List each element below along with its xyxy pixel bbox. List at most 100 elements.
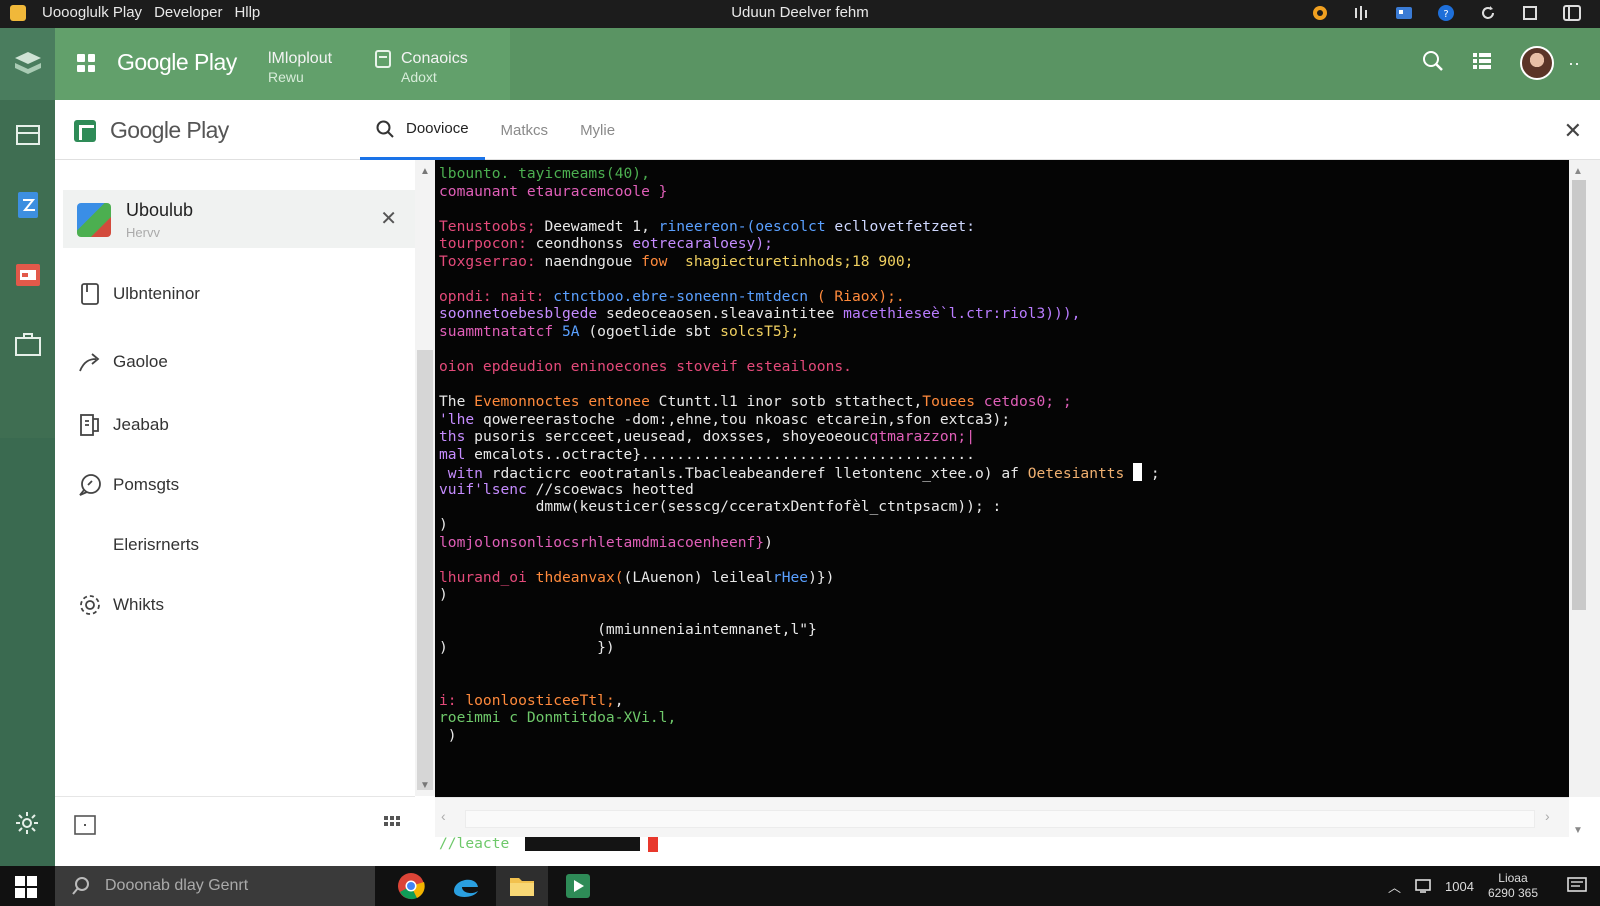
code-token: ecllovetfetzeet: (834, 217, 975, 235)
edge-icon[interactable] (440, 866, 492, 906)
scroll-down-icon[interactable]: ▼ (1573, 825, 1583, 836)
code-line: i: loonloosticeeTtl;, (439, 692, 624, 710)
code-token: , (614, 691, 624, 709)
close-icon[interactable]: ✕ (1564, 118, 1582, 144)
terminal-scrollbar[interactable]: ▲ ▼ (1569, 160, 1600, 836)
refresh-icon[interactable] (1478, 3, 1498, 23)
scroll-down-icon[interactable]: ▼ (420, 780, 430, 791)
code-terminal[interactable]: lbounto. tayicmeams(40), comaunant etaura… (435, 160, 1569, 852)
scroll-right-icon[interactable]: › (1545, 808, 1550, 824)
scrollbar-track[interactable] (465, 810, 1535, 828)
code-token: qowereerastoche -dom:,ehne,tou nkoasc et… (482, 410, 1011, 428)
sidebar-item-3[interactable]: Jeabab (77, 410, 169, 440)
code-token: 'lhe (439, 410, 483, 428)
code-token: ; (1142, 465, 1160, 483)
card-title: Uboulub (126, 200, 194, 220)
code-token: Evemonnoctes entonee (474, 393, 659, 411)
code-token: comaunant etauracemcoole } (439, 182, 668, 200)
code-token: solcsT5}; (720, 322, 800, 340)
scrollbar-thumb[interactable] (417, 350, 433, 790)
equalizer-icon[interactable] (1352, 3, 1372, 23)
editor-icon (17, 192, 38, 218)
search-placeholder: Dooonab dlay Genrt (105, 877, 249, 894)
code-token: soonnetoebesblgede (439, 305, 606, 323)
code-token: dmmw(keusticer(sesscg/cceratxDentfofèl_c… (439, 498, 993, 516)
rail-item-editor[interactable] (0, 170, 55, 240)
book-icon (77, 412, 103, 438)
horizontal-scrollbar[interactable]: ‹ › (435, 797, 1569, 837)
scrollbar-thumb[interactable] (1572, 180, 1586, 610)
sidebar-item-5[interactable]: Elerisrnerts (113, 530, 199, 560)
title-bar-controls: ? (1310, 3, 1582, 23)
photos-icon[interactable] (1394, 3, 1414, 23)
rail-item-briefcase[interactable] (0, 310, 55, 380)
taskbar-search[interactable]: Dooonab dlay Genrt (55, 866, 375, 906)
code-token: opndi: nait: (439, 287, 554, 305)
scroll-up-icon[interactable]: ▲ (420, 166, 430, 177)
code-token: //scoewacs (535, 480, 633, 498)
code-line: Tenustoobs; Deewamedt 1, rineereon-(oesc… (439, 218, 975, 236)
help-icon[interactable]: ? (1436, 3, 1456, 23)
sidebar-item-1[interactable]: Ulbnteninor (77, 279, 200, 309)
search-icon[interactable] (1422, 50, 1444, 77)
code-line: roeimmi c Donmtitdoa-XVi.l, (439, 709, 676, 727)
apps-grid-icon[interactable] (77, 54, 95, 72)
code-token: ) (439, 586, 448, 604)
maximize-icon[interactable] (1520, 3, 1540, 23)
play-store-icon[interactable] (552, 866, 604, 906)
panel-icon[interactable] (1562, 3, 1582, 23)
code-token: oion epdeudion eninoecones stoveif estea… (439, 358, 852, 376)
taskbar: Dooonab dlay Genrt ︿ 1004 Lioaa 6290 365 (0, 866, 1600, 906)
chrome-icon[interactable] (385, 866, 437, 906)
scroll-up-icon[interactable]: ▲ (1573, 166, 1583, 177)
header-nav-item-1[interactable]: lMloplout Rewu (268, 50, 332, 86)
code-token: rHee (772, 568, 809, 586)
code-token: ( Riaox);. (816, 287, 905, 305)
avatar[interactable] (1520, 46, 1554, 80)
code-token: cetdos0; ; (983, 393, 1072, 411)
header-brand[interactable]: Google Play (117, 49, 237, 76)
code-line: comaunant etauracemcoole } (439, 183, 667, 201)
code-token: ceondhonss (535, 235, 633, 253)
document-icon (77, 281, 103, 307)
list-grid-icon[interactable] (1472, 52, 1492, 75)
project-icon (77, 203, 111, 237)
tab-doovioce[interactable]: Doovioce (360, 100, 485, 160)
rail-item-slides[interactable] (0, 240, 55, 310)
sidebar-item-6[interactable]: Whikts (77, 590, 164, 620)
clock[interactable]: Lioaa 6290 365 (1488, 871, 1538, 901)
file-explorer-icon[interactable] (496, 866, 548, 906)
window-icon[interactable] (74, 815, 96, 840)
title-bar: Uoooglulk Play Developer Hllp Uduun Deel… (0, 0, 1600, 28)
more-icon[interactable]: ·· (1568, 53, 1580, 74)
sidebar-selected-card[interactable]: Uboulub Hervv ✕ (63, 190, 415, 248)
tab-mylie[interactable]: Mylie (564, 100, 631, 160)
display-icon[interactable] (1415, 879, 1431, 893)
code-token: Tenustoobs; (439, 217, 545, 235)
code-token: emcalots..octracte}.....................… (474, 445, 975, 463)
scroll-left-icon[interactable]: ‹ (441, 808, 446, 824)
start-icon[interactable] (15, 876, 37, 903)
notification-icon[interactable] (1310, 3, 1330, 23)
sidebar-item-4[interactable]: Pomsgts (77, 470, 179, 500)
sidebar-item-2[interactable]: Gaoloe (77, 347, 168, 377)
sidebar-item-label: Gaoloe (113, 352, 168, 371)
header-nav-item-2[interactable]: Conaoics Adoxt (401, 50, 468, 86)
chevron-up-icon[interactable]: ︿ (1388, 877, 1401, 896)
sidebar-scrollbar[interactable]: ▲ ▼ (415, 160, 435, 796)
rail-home[interactable] (0, 28, 55, 100)
tab-matkcs[interactable]: Matkcs (485, 100, 565, 160)
code-token: thdeanvax( (535, 568, 624, 586)
code-token: (mmiunneniaintemnanet,l"} (439, 621, 817, 639)
code-token: rdacticrc eootratanls.Tbacleabeanderef l… (491, 465, 1028, 483)
apps-icon[interactable] (384, 816, 400, 837)
tray-time: 1004 (1445, 878, 1474, 894)
close-icon[interactable]: ✕ (380, 206, 397, 231)
rail-item-layout[interactable] (0, 100, 55, 170)
code-token: lomjolonsonliocsrhletamdmiacoenheenf} (439, 533, 765, 551)
text-cursor (1133, 463, 1143, 482)
notifications-icon[interactable] (1566, 876, 1588, 896)
gear-icon (77, 592, 103, 618)
settings-icon[interactable] (14, 810, 40, 841)
code-token: i: (439, 691, 466, 709)
